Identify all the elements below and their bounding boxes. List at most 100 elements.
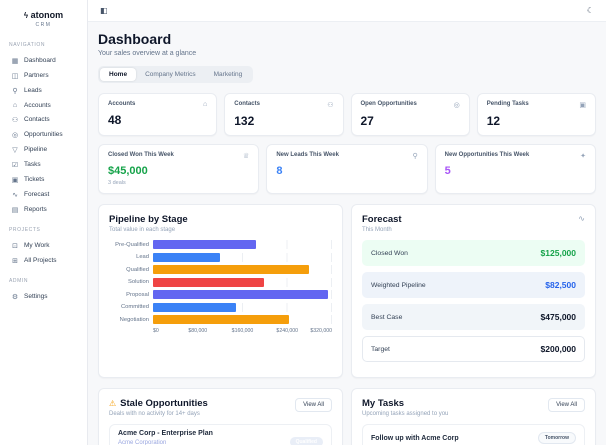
sidebar-section-label: Projects — [9, 227, 41, 233]
sidebar-item[interactable]: ∿ Forecast — [9, 187, 78, 202]
sidebar-item-label: Tasks — [24, 161, 41, 168]
highlight-card-value: 5 — [444, 165, 451, 177]
sidebar-item-icon: ◎ — [11, 131, 19, 139]
stat-card-value: 12 — [486, 114, 501, 128]
app-subtitle: CRM — [35, 22, 52, 28]
sidebar-item[interactable]: ⚇ Contacts — [9, 112, 78, 127]
sidebar-item-label: Settings — [24, 293, 48, 300]
chart-x-tick: $80,000 — [188, 327, 208, 334]
forecast-row-label: Target — [371, 345, 390, 353]
chart-track — [153, 315, 332, 324]
highlight-card-icon: ♕ — [243, 153, 250, 160]
page-subtitle: Your sales overview at a glance — [98, 50, 197, 57]
sidebar-item-icon: ⌂ — [12, 101, 18, 109]
page-title: Dashboard — [98, 31, 172, 47]
sidebar-item[interactable]: ⊞ All Projects — [9, 253, 78, 268]
chart-category-label: Qualified — [126, 266, 149, 273]
highlight-card-label: New Leads This Week — [276, 152, 339, 158]
sidebar-section: Admin ⚙ Settings — [0, 278, 87, 304]
chart-bar — [153, 252, 220, 262]
stat-card: Accounts ⌂ 48 — [98, 93, 218, 136]
sidebar-item-icon: ∿ — [12, 191, 18, 199]
stage-badge: Qualified — [289, 437, 323, 445]
chart-category-label: Lead — [136, 254, 149, 260]
sidebar-item-icon: ▽ — [12, 146, 18, 154]
sidebar-item[interactable]: ⚲ Leads — [9, 83, 78, 98]
chart-bar — [153, 265, 309, 274]
opportunity-name: Acme Corp - Enterprise Plan — [118, 430, 213, 437]
sidebar-item-label: Accounts — [24, 101, 51, 109]
sidebar-item[interactable]: ⚙ Settings — [9, 289, 78, 304]
forecast-row: Best Case $475,000 — [362, 304, 585, 330]
task-row[interactable]: Follow up with Acme Corp Tomorrow — [362, 424, 585, 445]
sidebar-item-label: Forecast — [24, 191, 50, 198]
chart-bar — [153, 290, 329, 299]
dark-mode-icon[interactable]: ☾ — [587, 6, 594, 15]
chart-track — [153, 302, 332, 312]
forecast-row-label: Closed Won — [371, 249, 408, 257]
due-badge: Tomorrow — [537, 432, 576, 444]
highlight-card: Closed Won This Week ♕ $45,000 3 deals — [98, 144, 260, 194]
forecast-row: Closed Won $125,000 — [362, 240, 585, 266]
sidebar-item[interactable]: ⊡ My Work — [9, 238, 78, 253]
forecast-subtitle: This Month — [362, 227, 392, 233]
sidebar-item-label: Reports — [24, 206, 47, 213]
chart-x-tick: $240,000 — [276, 327, 299, 334]
forecast-row-label: Best Case — [371, 313, 403, 321]
opportunity-company: Acme Corporation — [118, 440, 167, 445]
app-logo[interactable]: ϟ atonom CRM — [0, 10, 87, 28]
highlight-card-label: Closed Won This Week — [108, 152, 174, 158]
chart-bar — [153, 302, 237, 312]
tab[interactable]: Company Metrics — [136, 68, 205, 81]
forecast-row-value: $82,500 — [545, 280, 576, 290]
chart-bar — [153, 315, 290, 324]
stat-card-value: 48 — [108, 113, 122, 127]
sidebar-item-label: Pipeline — [24, 146, 48, 153]
tab[interactable]: Home — [100, 68, 137, 81]
highlight-card: New Opportunities This Week ✦ 5 — [434, 144, 596, 194]
chart-category-label: Pre-Qualified — [115, 241, 149, 248]
highlight-cards-row: Closed Won This Week ♕ $45,000 3 deals N… — [98, 144, 596, 194]
stat-card-label: Accounts — [108, 101, 136, 107]
sidebar-item[interactable]: ⌂ Accounts — [9, 98, 78, 112]
chart-x-tick: $0 — [153, 327, 159, 334]
sidebar-item[interactable]: ◎ Opportunities — [9, 127, 78, 142]
tab[interactable]: Marketing — [205, 68, 252, 81]
app-name: atonom — [30, 10, 64, 20]
pipeline-chart: Pre-Qualified Lead Qualified Solution Propos… — [109, 240, 332, 324]
sidebar-item[interactable]: ◫ Partners — [9, 68, 78, 83]
sidebar-item[interactable]: ▤ Reports — [9, 202, 78, 217]
stat-cards-row: Accounts ⌂ 48 Contacts ⚇ 132 Open Opport… — [98, 93, 596, 136]
stale-view-all-button[interactable]: View All — [295, 398, 332, 412]
sidebar-item[interactable]: ▽ Pipeline — [9, 142, 78, 157]
stat-card: Contacts ⚇ 132 — [224, 93, 344, 136]
sidebar-item-label: Contacts — [24, 116, 50, 123]
forecast-panel: Forecast This Month ∿ Closed Won $125,00… — [351, 204, 596, 378]
sidebar-item[interactable]: ▣ Tickets — [9, 172, 78, 187]
sidebar-toggle-icon[interactable]: ◧ — [100, 6, 108, 15]
sidebar-item-icon: ⚙ — [11, 293, 19, 301]
sidebar-item[interactable]: ▦ Dashboard — [9, 53, 78, 68]
chart-track — [153, 277, 332, 287]
stale-opportunities-panel: ⚠ Stale Opportunities Deals with no acti… — [98, 388, 343, 445]
stat-card-icon: ⚇ — [327, 102, 334, 109]
chart-category-label: Proposal — [126, 291, 149, 298]
stale-opportunity-row[interactable]: Acme Corp - Enterprise Plan Acme Corpora… — [109, 424, 332, 445]
chart-track — [153, 290, 332, 299]
tasks-view-all-button[interactable]: View All — [548, 398, 585, 412]
trend-icon: ∿ — [578, 214, 585, 223]
chart-bar — [153, 277, 265, 287]
sidebar-item[interactable]: ☑ Tasks — [9, 157, 78, 172]
chart-x-tick: $160,000 — [231, 327, 254, 334]
sidebar-item-icon: ▤ — [11, 206, 19, 214]
pipeline-panel: Pipeline by Stage Total value in each st… — [98, 204, 343, 378]
stat-card-label: Open Opportunities — [360, 101, 417, 107]
sidebar-item-label: Tickets — [24, 176, 45, 183]
forecast-row-label: Weighted Pipeline — [371, 281, 426, 289]
forecast-row-value: $125,000 — [540, 248, 576, 258]
middle-row: Pipeline by Stage Total value in each st… — [98, 204, 596, 378]
topbar: ◧ ☾ — [88, 0, 606, 22]
chart-track — [153, 252, 332, 262]
pipeline-xticks: $0 $80,000 $160,000 $240,000 $320,000 — [153, 328, 332, 336]
task-name: Follow up with Acme Corp — [371, 434, 459, 442]
